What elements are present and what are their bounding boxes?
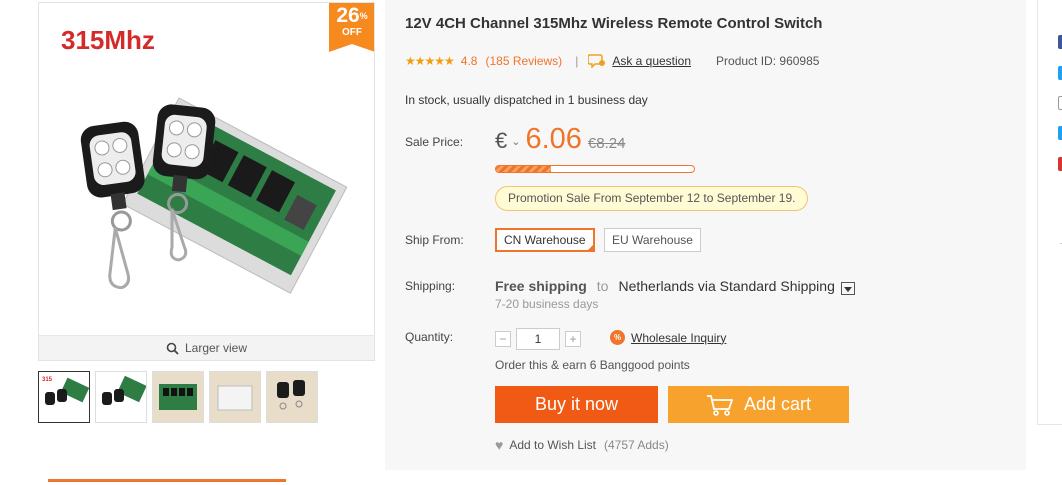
thumbnail-image <box>102 375 146 405</box>
thumbnail-image: 315 <box>42 377 89 405</box>
discount-percent-sign: % <box>359 11 368 21</box>
magnifier-icon <box>166 342 179 355</box>
sale-progress-bar <box>495 165 695 173</box>
share-sidebar <box>1037 0 1062 425</box>
star-rating-icon: ★★★★★ <box>405 54 455 68</box>
quantity-increase-button[interactable]: + <box>565 331 581 347</box>
buy-now-button[interactable]: Buy it now <box>495 386 658 423</box>
product-title: 12V 4CH Channel 315Mhz Wireless Remote C… <box>405 15 823 32</box>
promotion-notice: Promotion Sale From September 12 to Sept… <box>495 186 809 211</box>
thumbnail-3[interactable] <box>152 371 204 423</box>
thumbnail-strip: 315 <box>38 371 318 423</box>
delivery-time: 7-20 business days <box>495 297 599 311</box>
add-cart-button[interactable]: Add cart <box>668 386 849 423</box>
discount-off-label: OFF <box>342 27 362 38</box>
ship-from-label: Ship From: <box>405 233 464 247</box>
dropdown-arrow-icon[interactable] <box>840 281 855 295</box>
discount-percent: 26 <box>336 4 360 27</box>
wish-list-row: ♥ Add to Wish List (4757 Adds) <box>495 437 669 453</box>
rating-value: 4.8 <box>460 54 478 68</box>
quantity-stepper: − 1 + <box>495 328 581 350</box>
discount-badge: 26% OFF <box>329 3 374 52</box>
shipping-destination[interactable]: Netherlands via Standard Shipping <box>618 278 834 294</box>
cn-warehouse-option[interactable]: CN Warehouse <box>495 228 595 252</box>
quantity-decrease-button[interactable]: − <box>495 331 511 347</box>
share-icon[interactable] <box>1058 96 1062 110</box>
main-product-image[interactable]: 315Mhz 26% OFF Larger view <box>38 2 375 361</box>
heart-icon: ♥ <box>495 437 504 453</box>
thumbnail-4[interactable] <box>209 371 261 423</box>
points-notice: Order this & earn 6 Banggood points <box>495 358 690 372</box>
original-price: €8.24 <box>587 135 626 152</box>
price-row: € ⌄ 6.06 €8.24 <box>495 123 625 156</box>
product-photo: 315Mhz <box>39 3 374 336</box>
facebook-icon[interactable] <box>1058 35 1062 49</box>
svg-text:315: 315 <box>42 377 53 383</box>
thumbnail-1[interactable]: 315 <box>38 371 90 423</box>
speech-bubble-icon <box>588 54 606 68</box>
stock-status: In stock, usually dispatched in 1 busine… <box>405 93 648 107</box>
reviews-link[interactable]: (185 Reviews) <box>485 54 562 68</box>
product-info-panel: 12V 4CH Channel 315Mhz Wireless Remote C… <box>385 0 1026 470</box>
quantity-input[interactable]: 1 <box>516 328 560 350</box>
vk-icon[interactable] <box>1058 126 1062 140</box>
chevron-down-icon[interactable]: ⌄ <box>511 135 520 148</box>
shipping-to-text: to <box>596 278 609 294</box>
twitter-icon[interactable] <box>1058 66 1062 80</box>
wholesale-inquiry-link[interactable]: Wholesale Inquiry <box>631 331 726 345</box>
wholesale-inquiry[interactable]: % Wholesale Inquiry <box>610 330 726 345</box>
currency-selector[interactable]: € <box>495 128 507 154</box>
tab-indicator <box>48 479 286 482</box>
frequency-label: 315Mhz <box>61 25 155 55</box>
add-to-wish-list-link[interactable]: Add to Wish List <box>509 438 596 452</box>
separator: | <box>575 54 579 68</box>
thumbnail-2[interactable] <box>95 371 147 423</box>
current-price: 6.06 <box>525 123 582 155</box>
sale-price-label: Sale Price: <box>405 135 464 149</box>
shipping-label: Shipping: <box>405 279 456 293</box>
product-id: Product ID: 960985 <box>716 54 820 68</box>
ask-question-link[interactable]: Ask a question <box>612 54 691 68</box>
rating-row: ★★★★★ 4.8 (185 Reviews) | Ask a question… <box>405 54 819 68</box>
quantity-label: Quantity: <box>405 330 454 344</box>
thumbnail-image <box>210 372 260 422</box>
wish-list-count: (4757 Adds) <box>604 438 669 452</box>
free-shipping-text: Free shipping <box>495 278 587 294</box>
larger-view-label: Larger view <box>184 341 248 355</box>
thumbnail-image <box>153 372 203 422</box>
sale-progress-fill <box>496 166 552 172</box>
pinterest-icon[interactable] <box>1058 157 1062 171</box>
eu-warehouse-option[interactable]: EU Warehouse <box>604 228 701 252</box>
shipping-line: Free shipping to Netherlands via Standar… <box>495 278 855 295</box>
thumbnail-image <box>267 372 317 422</box>
percent-icon: % <box>610 330 625 345</box>
shopping-cart-icon <box>706 394 733 416</box>
thumbnail-5[interactable] <box>266 371 318 423</box>
add-cart-label: Add cart <box>743 394 812 414</box>
larger-view-button[interactable]: Larger view <box>39 335 374 360</box>
